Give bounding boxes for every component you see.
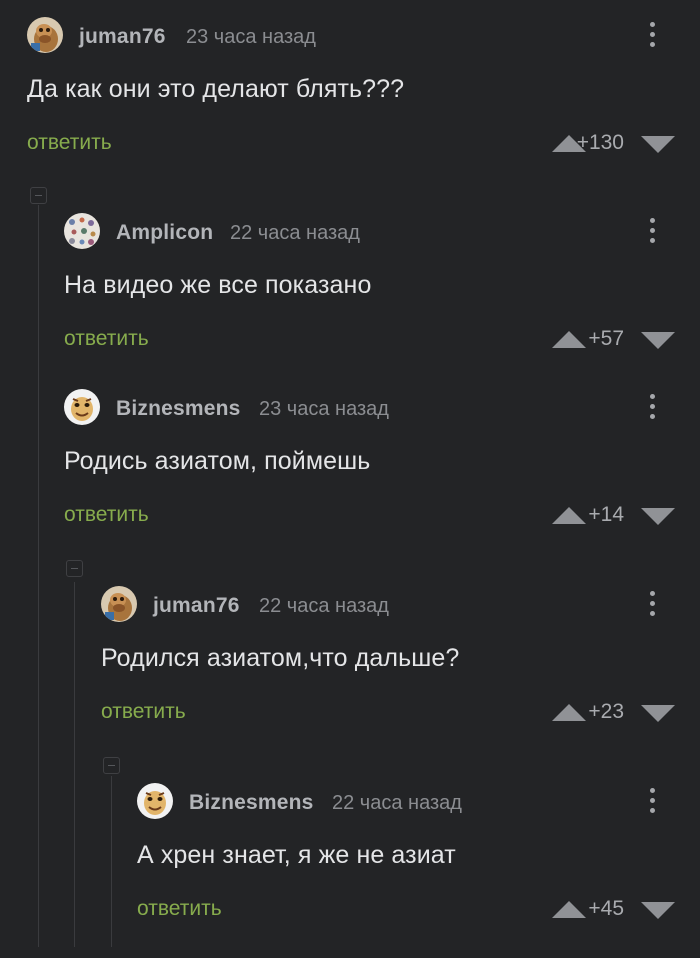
comment: juman76 23 часа назад Да как они это дел… <box>27 17 700 192</box>
upvote-arrow-icon[interactable] <box>552 901 586 918</box>
rating: +57 <box>510 325 700 355</box>
more-options-icon[interactable] <box>642 784 662 818</box>
reply-button[interactable]: ответить <box>27 131 112 155</box>
rating: +14 <box>510 501 700 531</box>
comment-header: Biznesmens 23 часа назад <box>64 389 700 427</box>
downvote-arrow-icon[interactable] <box>641 902 675 919</box>
thread-line-level-1 <box>38 205 39 947</box>
comment: juman76 22 часа назад Родился азиатом,чт… <box>101 586 700 761</box>
thread-line-level-2 <box>74 582 75 947</box>
username[interactable]: Biznesmens <box>116 397 241 421</box>
comment-text: Родился азиатом,что дальше? <box>101 644 460 672</box>
comment-time: 22 часа назад <box>259 595 389 617</box>
more-options-icon[interactable] <box>642 587 662 621</box>
comment-time: 23 часа назад <box>259 398 389 420</box>
rating: +130 <box>510 129 700 159</box>
reply-button[interactable]: ответить <box>64 327 149 351</box>
upvote-arrow-icon[interactable] <box>552 704 586 721</box>
upvote-arrow-icon[interactable] <box>552 331 586 348</box>
comment-time: 23 часа назад <box>186 26 316 48</box>
comment: Biznesmens 22 часа назад А хрен знает, я… <box>137 783 700 958</box>
comment: Amplicon 22 часа назад На видео же все п… <box>64 213 700 388</box>
comment-header: juman76 22 часа назад <box>101 586 700 624</box>
comment-text: Да как они это делают блять??? <box>27 75 405 103</box>
cartoon-face-avatar-icon[interactable] <box>64 389 100 425</box>
reply-button[interactable]: ответить <box>137 897 222 921</box>
rating-score: +14 <box>588 503 624 526</box>
downvote-arrow-icon[interactable] <box>641 332 675 349</box>
downvote-arrow-icon[interactable] <box>641 508 675 525</box>
rating-score: +130 <box>576 131 624 154</box>
comment-time: 22 часа назад <box>230 222 360 244</box>
rating-score: +45 <box>588 897 624 920</box>
comment-header: juman76 23 часа назад <box>27 17 700 55</box>
rating: +45 <box>510 895 700 925</box>
comment-time: 22 часа назад <box>332 792 462 814</box>
comment-text: На видео же все показано <box>64 271 372 299</box>
downvote-arrow-icon[interactable] <box>641 136 675 153</box>
reply-button[interactable]: ответить <box>64 503 149 527</box>
more-options-icon[interactable] <box>642 214 662 248</box>
camel-avatar-icon[interactable] <box>27 17 63 53</box>
upvote-arrow-icon[interactable] <box>552 507 586 524</box>
camel-avatar-icon[interactable] <box>101 586 137 622</box>
comment-text: А хрен знает, я же не азиат <box>137 841 456 869</box>
rating: +23 <box>510 698 700 728</box>
comment-header: Amplicon 22 часа назад <box>64 213 700 251</box>
rating-score: +57 <box>588 327 624 350</box>
username[interactable]: Biznesmens <box>189 791 314 815</box>
more-options-icon[interactable] <box>642 390 662 424</box>
pattern-avatar-icon[interactable] <box>64 213 100 249</box>
username[interactable]: juman76 <box>153 594 240 618</box>
reply-button[interactable]: ответить <box>101 700 186 724</box>
more-options-icon[interactable] <box>642 18 662 52</box>
downvote-arrow-icon[interactable] <box>641 705 675 722</box>
comment: Biznesmens 23 часа назад Родись азиатом,… <box>64 389 700 564</box>
comment-header: Biznesmens 22 часа назад <box>137 783 700 821</box>
cartoon-face-avatar-icon[interactable] <box>137 783 173 819</box>
thread-line-level-3 <box>111 776 112 947</box>
username[interactable]: Amplicon <box>116 221 213 245</box>
username[interactable]: juman76 <box>79 25 166 49</box>
rating-score: +23 <box>588 700 624 723</box>
comment-text: Родись азиатом, поймешь <box>64 447 371 475</box>
